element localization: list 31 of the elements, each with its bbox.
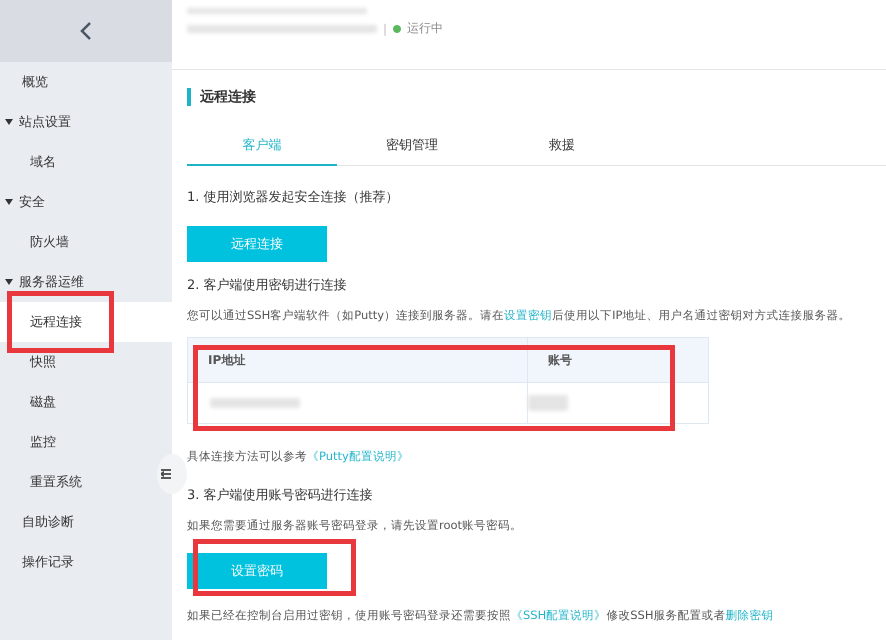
sidebar-item[interactable]: 监控	[0, 422, 172, 462]
step-heading: 1. 使用浏览器发起安全连接（推荐）	[187, 189, 400, 206]
menu-icon	[161, 469, 171, 479]
redacted-account	[528, 395, 568, 411]
section-title: 远程连接	[187, 88, 886, 106]
status-text: 运行中	[407, 20, 444, 37]
paragraph-text: 如果您需要通过服务器账号密码登录，请先设置root账号密码。	[187, 518, 524, 533]
caret-icon	[5, 199, 13, 205]
tab[interactable]: 救援	[487, 126, 637, 166]
sidebar-item[interactable]: 防火墙	[0, 222, 172, 262]
sidebar-item[interactable]: 安全	[0, 182, 172, 222]
sidebar-item[interactable]: 磁盘	[0, 382, 172, 422]
sidebar-item[interactable]: 操作记录	[0, 542, 172, 582]
separator-text: |	[383, 22, 388, 36]
step-heading: 3. 客户端使用账号密码进行连接	[187, 487, 374, 504]
collapse-handle[interactable]	[157, 454, 187, 494]
step-heading: 2. 客户端使用密钥进行连接	[187, 277, 348, 294]
paragraph-text: 具体连接方法可以参考《Putty配置说明》	[187, 449, 410, 464]
sidebar-item[interactable]: 自助诊断	[0, 502, 172, 542]
sidebar-item[interactable]: 服务器运维	[0, 262, 172, 302]
paragraph-text: 您可以通过SSH客户端软件（如Putty）连接到服务器。请在设置密钥后使用以下IP地址、用户名通过密钥对方式连接服务器。	[187, 308, 852, 323]
caret-icon	[5, 119, 13, 125]
sidebar-item[interactable]: 远程连接	[0, 302, 172, 342]
sidebar-item[interactable]: 站点设置	[0, 102, 172, 142]
tab[interactable]: 密钥管理	[337, 126, 487, 166]
sidebar-item[interactable]: 快照	[0, 342, 172, 382]
caret-icon	[5, 279, 13, 285]
paragraph-text: 如果已经在控制台启用过密钥，使用账号密码登录还需要按照《SSH配置说明》修改SSH服务配置或者删除密钥	[187, 608, 774, 623]
back-chevron-icon[interactable]	[80, 21, 92, 41]
sidebar-item[interactable]: 域名	[0, 142, 172, 182]
sidebar-item[interactable]: 概览	[0, 62, 172, 102]
